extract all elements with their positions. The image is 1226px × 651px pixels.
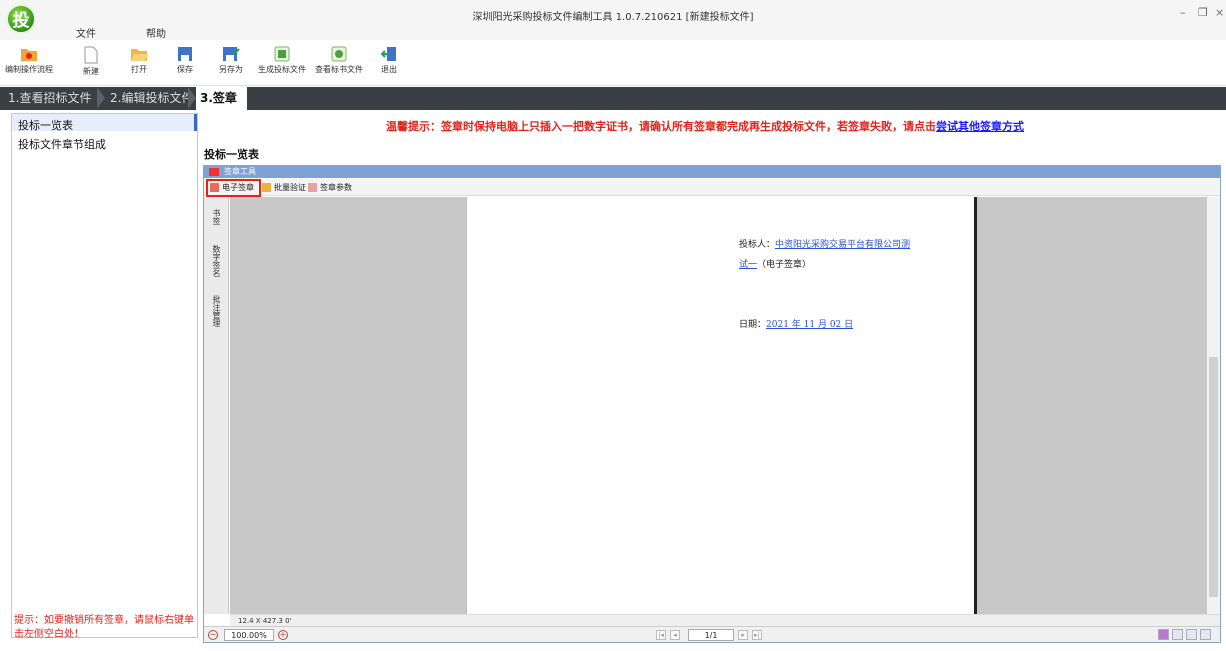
batch-verify-button[interactable]: 批量验证 [262,181,306,194]
zoom-field[interactable]: 100.00% [224,629,274,641]
signature-toolbar: 电子签章 批量验证 签章参数 [204,179,1220,197]
esign-icon [210,183,219,192]
close-button[interactable]: × [1215,6,1224,19]
facing-view-icon[interactable] [1186,629,1197,640]
generate-bid-button[interactable]: 生成投标文件 [254,46,310,75]
open-button[interactable]: 打开 [124,46,154,75]
horizontal-scrollbar[interactable]: 12.4 X 427.3 0' [230,614,1220,626]
viewer-statusbar: − 100.00% + |◂ ◂ 1/1 ▸ ▸| [204,626,1220,642]
warning-banner: 温馨提示：签章时保持电脑上只插入一把数字证书，请确认所有签章都完成再生成投标文件… [386,118,1024,134]
workflow-button[interactable]: 编制操作流程 [2,46,56,75]
seal-icon [209,168,219,176]
bidder-name-line2: 试一（电子签章） [739,260,812,270]
page-number-field[interactable]: 1/1 [688,629,734,641]
vertical-scrollbar[interactable] [1207,197,1220,614]
chapter-sidebar: 投标一览表 投标文件章节组成 提示：如要撤销所有签章，请鼠标右键单击左侧空白处！ [11,113,198,640]
save-button[interactable]: 保存 [170,46,200,75]
app-window: 投 文件 帮助 深圳阳光采购投标文件编制工具 1.0.7.210621 [新建投… [0,0,1226,651]
scroll-thumb[interactable] [1209,357,1218,597]
last-page-icon[interactable]: ▸| [752,630,762,640]
tab-signature[interactable]: 3.签章 [196,87,247,110]
generate-file-icon [274,46,290,62]
menu-help[interactable]: 帮助 [146,25,166,40]
zoom-out-icon[interactable]: − [208,630,218,640]
folder-flow-icon [21,49,37,61]
viewer-margin-right [977,197,1207,614]
new-file-icon [84,46,98,64]
tab-edit-bid[interactable]: 2.编辑投标文件 [110,87,193,110]
next-page-icon[interactable]: ▸ [738,630,748,640]
save-as-icon [223,47,240,61]
save-as-button[interactable]: 另存为 [216,46,246,75]
signature-tool-header: 签章工具 [204,166,1220,178]
title-bar: 投 文件 帮助 深圳阳光采购投标文件编制工具 1.0.7.210621 [新建投… [0,0,1226,40]
open-folder-icon [131,49,148,61]
sidebar-hint: 提示：如要撤销所有签章，请鼠标右键单击左侧空白处！ [14,615,194,640]
side-tab-annotations[interactable]: 批注管理 [211,295,222,327]
view-bid-button[interactable]: 查看标书文件 [312,46,366,75]
tab-separator [97,87,105,109]
exit-icon [381,47,396,61]
viewer-margin-left [230,197,466,614]
section-title: 投标一览表 [204,148,259,161]
tab-view-tender[interactable]: 1.查看招标文件 [8,87,91,110]
sidebar-item-chapters[interactable]: 投标文件章节组成 [18,136,106,152]
toolbar: 编制操作流程 新建 打开 保存 另存为 生成投标文件 查看标书文件 退出 [0,40,1226,86]
exit-button[interactable]: 退出 [374,46,404,75]
continuous-view-icon[interactable] [1172,629,1183,640]
document-page[interactable]: 投标人：中资阳光采购交易平台有限公司测 试一（电子签章） 日期：2021 年 1… [466,197,974,614]
menu-file[interactable]: 文件 [76,25,96,40]
esign-button[interactable]: 电子签章 [210,181,254,194]
minimize-button[interactable]: – [1180,6,1186,19]
side-tab-bar: 书签 数字签名 批注管理 [204,197,229,614]
zoom-in-icon[interactable]: + [278,630,288,640]
prev-page-icon[interactable]: ◂ [670,630,680,640]
grid-view-icon[interactable] [1200,629,1211,640]
first-page-icon[interactable]: |◂ [656,630,666,640]
save-icon [178,47,192,61]
single-page-view-icon[interactable] [1158,629,1169,640]
side-tab-digital-signature[interactable]: 数字签名 [211,245,222,277]
sidebar-item-bid-summary[interactable]: 投标一览表 [18,117,73,133]
bidder-label: 投标人：中资阳光采购交易平台有限公司测 [739,240,911,250]
side-tab-bookmarks[interactable]: 书签 [211,209,222,225]
tab-separator [188,87,196,109]
new-button[interactable]: 新建 [76,46,106,77]
view-file-icon [331,46,347,62]
params-icon [308,183,317,192]
window-title: 深圳阳光采购投标文件编制工具 1.0.7.210621 [新建投标文件] [472,12,754,23]
document-viewer: 签章工具 电子签章 批量验证 签章参数 书签 数字签名 批注管理 投标人：中资阳… [203,165,1221,643]
sign-params-button[interactable]: 签章参数 [308,181,352,194]
step-tabs: 1.查看招标文件 2.编辑投标文件 3.签章 [0,87,1226,110]
maximize-button[interactable]: ❐ [1198,6,1208,19]
warning-text: 温馨提示：签章时保持电脑上只插入一把数字证书，请确认所有签章都完成再生成投标文件… [386,120,936,133]
signature-tool-title: 签章工具 [224,167,256,176]
date-line: 日期：2021 年 11 月 02 日 [739,320,854,330]
verify-icon [262,183,271,192]
alt-signature-link[interactable]: 尝试其他签章方式 [936,120,1024,133]
